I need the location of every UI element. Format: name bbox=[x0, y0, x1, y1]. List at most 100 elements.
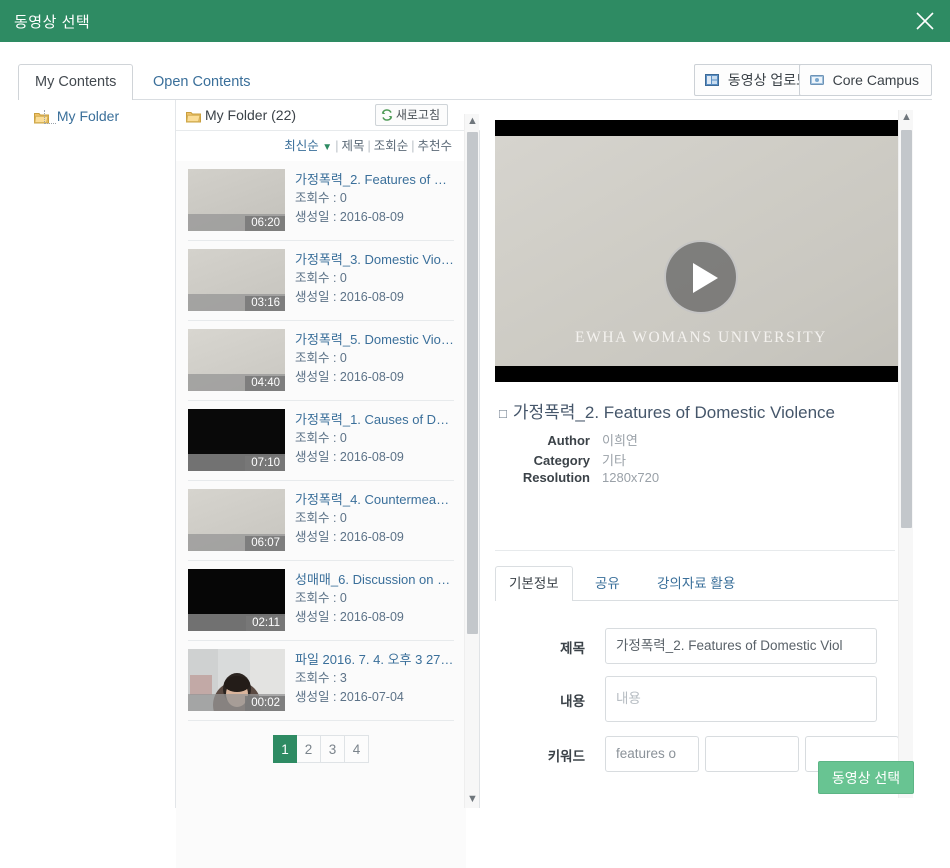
tab-my-contents[interactable]: My Contents bbox=[18, 64, 134, 100]
sort-latest-label: 최신순 bbox=[284, 139, 319, 153]
video-meta: 가정폭력_3. Domestic Viole… 조회수 : 0 생성일 : 20… bbox=[295, 249, 455, 307]
detail-divider bbox=[495, 550, 895, 551]
video-views: 조회수 : 3 bbox=[295, 671, 347, 685]
sort-option-recommend[interactable]: 추천수 bbox=[417, 139, 452, 153]
list-item[interactable]: 06:20 가정폭력_2. Features of Do… 조회수 : 0 생성… bbox=[188, 161, 455, 241]
scroll-up-icon[interactable]: ▲ bbox=[465, 114, 480, 130]
title-input[interactable]: 가정폭력_2. Features of Domestic Viol bbox=[605, 628, 877, 664]
core-campus-icon bbox=[809, 67, 824, 97]
page-button-1[interactable]: 1 bbox=[273, 735, 297, 763]
video-created: 생성일 : 2016-08-09 bbox=[295, 210, 404, 224]
keyword-field-label: 키워드 bbox=[547, 749, 585, 764]
detail-scrollbar[interactable]: ▲ ▼ bbox=[898, 110, 913, 798]
video-title[interactable]: 파일 2016. 7. 4. 오후 3 27 21 bbox=[295, 650, 455, 669]
meta-key-category: Category bbox=[533, 453, 590, 468]
detail-tabs: 기본정보 공유 강의자료 활용 bbox=[495, 566, 908, 601]
core-campus-label: Core Campus bbox=[832, 72, 919, 88]
sort-option-views[interactable]: 조회순 bbox=[374, 139, 409, 153]
video-meta: 가정폭력_4. Countermeasu… 조회수 : 0 생성일 : 2016… bbox=[295, 489, 455, 547]
video-list-scroll-area[interactable]: 06:20 가정폭력_2. Features of Do… 조회수 : 0 생성… bbox=[176, 161, 466, 868]
video-created: 생성일 : 2016-08-09 bbox=[295, 450, 404, 464]
video-title[interactable]: 가정폭력_1. Causes of Do… bbox=[295, 410, 455, 429]
list-item[interactable]: 04:40 가정폭력_5. Domestic Viole… 조회수 : 0 생성… bbox=[188, 321, 455, 401]
pagination: 1234 bbox=[176, 735, 466, 767]
meta-value-author: 이희연 bbox=[602, 433, 638, 448]
scroll-down-icon[interactable]: ▼ bbox=[465, 792, 480, 808]
scroll-up-icon[interactable]: ▲ bbox=[899, 110, 914, 126]
video-duration: 02:11 bbox=[246, 616, 285, 631]
detail-title: ☐ 가정폭력_2. Features of Domestic Violence bbox=[498, 398, 898, 423]
list-scrollbar-thumb[interactable] bbox=[467, 132, 478, 634]
video-title[interactable]: 가정폭력_5. Domestic Viole… bbox=[295, 330, 455, 349]
current-folder-label: My Folder (22) bbox=[186, 107, 296, 126]
video-meta: 가정폭력_5. Domestic Viole… 조회수 : 0 생성일 : 20… bbox=[295, 329, 455, 387]
tab-share[interactable]: 공유 bbox=[581, 566, 634, 601]
upload-video-icon bbox=[704, 67, 719, 97]
folder-tree-pane: My Folder bbox=[18, 100, 176, 808]
tree-item-my-folder[interactable]: My Folder bbox=[34, 108, 119, 127]
list-item[interactable]: 00:02 파일 2016. 7. 4. 오후 3 27 21 조회수 : 3 … bbox=[188, 641, 455, 721]
video-meta: 가정폭력_2. Features of Do… 조회수 : 0 생성일 : 20… bbox=[295, 169, 455, 227]
video-brand-text: EWHA WOMANS UNIVERSITY bbox=[575, 329, 827, 346]
dialog-titlebar: 동영상 선택 bbox=[0, 0, 950, 42]
content-field-label: 내용 bbox=[560, 694, 585, 709]
select-video-button[interactable]: 동영상 선택 bbox=[818, 761, 914, 794]
page-button-3[interactable]: 3 bbox=[321, 735, 345, 763]
play-triangle bbox=[693, 263, 718, 293]
list-scrollbar[interactable]: ▲ ▼ bbox=[464, 114, 479, 808]
list-item[interactable]: 07:10 가정폭력_1. Causes of Do… 조회수 : 0 생성일 … bbox=[188, 401, 455, 481]
page-button-2[interactable]: 2 bbox=[297, 735, 321, 763]
video-views: 조회수 : 0 bbox=[295, 351, 347, 365]
tab-open-contents[interactable]: Open Contents bbox=[136, 64, 268, 100]
video-duration: 06:20 bbox=[245, 216, 285, 231]
core-campus-button[interactable]: Core Campus bbox=[798, 64, 932, 97]
video-title[interactable]: 성매매_6. Discussion on Pr… bbox=[295, 570, 455, 589]
video-created: 생성일 : 2016-08-09 bbox=[295, 370, 404, 384]
content-input[interactable]: 내용 bbox=[605, 676, 877, 722]
video-meta: 성매매_6. Discussion on Pr… 조회수 : 0 생성일 : 2… bbox=[295, 569, 455, 627]
meta-value-resolution: 1280x720 bbox=[602, 470, 660, 485]
tab-course-material-label: 강의자료 활용 bbox=[657, 576, 736, 591]
video-created: 생성일 : 2016-08-09 bbox=[295, 610, 404, 624]
sort-option-title[interactable]: 제목 bbox=[341, 139, 364, 153]
play-icon[interactable] bbox=[664, 240, 738, 314]
video-thumbnail: 06:20 bbox=[188, 169, 285, 231]
dialog-title: 동영상 선택 bbox=[14, 14, 91, 31]
list-item[interactable]: 02:11 성매매_6. Discussion on Pr… 조회수 : 0 생… bbox=[188, 561, 455, 641]
video-duration: 00:02 bbox=[245, 696, 285, 711]
video-thumbnail: 06:07 bbox=[188, 489, 285, 551]
upload-video-label: 동영상 업로드 bbox=[727, 72, 809, 88]
video-duration: 06:07 bbox=[245, 536, 285, 551]
tab-share-label: 공유 bbox=[595, 576, 620, 591]
close-icon[interactable] bbox=[908, 4, 942, 38]
video-list-pane: My Folder (22) 새로고침 최신순 ▼ | 제목 | 조회순 | 추천수 bbox=[176, 100, 480, 868]
video-player[interactable]: EWHA WOMANS UNIVERSITY bbox=[495, 120, 907, 382]
video-meta: 가정폭력_1. Causes of Do… 조회수 : 0 생성일 : 2016… bbox=[295, 409, 455, 467]
page-button-4[interactable]: 4 bbox=[345, 735, 369, 763]
video-screen: EWHA WOMANS UNIVERSITY bbox=[495, 136, 907, 366]
list-item[interactable]: 06:07 가정폭력_4. Countermeasu… 조회수 : 0 생성일 … bbox=[188, 481, 455, 561]
video-created: 생성일 : 2016-07-04 bbox=[295, 690, 404, 704]
tab-basic-info[interactable]: 기본정보 bbox=[495, 566, 573, 601]
list-item[interactable]: 03:16 가정폭력_3. Domestic Viole… 조회수 : 0 생성… bbox=[188, 241, 455, 321]
keyword-input-1[interactable]: features o bbox=[605, 736, 699, 772]
current-folder-text: My Folder (22) bbox=[205, 107, 297, 123]
video-title[interactable]: 가정폭력_2. Features of Do… bbox=[295, 170, 455, 189]
video-title[interactable]: 가정폭력_4. Countermeasu… bbox=[295, 490, 455, 509]
video-title[interactable]: 가정폭력_3. Domestic Viole… bbox=[295, 250, 455, 269]
keyword-input-2[interactable] bbox=[705, 736, 799, 772]
detail-scrollbar-thumb[interactable] bbox=[901, 130, 912, 528]
sort-option-latest[interactable]: 최신순 bbox=[284, 139, 319, 153]
video-views: 조회수 : 0 bbox=[295, 271, 347, 285]
dialog-body: My Contents Open Contents 동영상 업로드 Core C… bbox=[0, 42, 950, 868]
tab-course-material[interactable]: 강의자료 활용 bbox=[643, 566, 749, 601]
refresh-button[interactable]: 새로고침 bbox=[374, 104, 448, 126]
video-thumbnail: 00:02 bbox=[188, 649, 285, 711]
video-views: 조회수 : 0 bbox=[295, 591, 347, 605]
sort-caret-icon[interactable]: ▼ bbox=[322, 142, 332, 153]
meta-row: Resolution 1280x720 bbox=[498, 470, 659, 485]
video-thumbnail: 03:16 bbox=[188, 249, 285, 311]
tree-elbow bbox=[44, 110, 56, 124]
meta-value-category: 기타 bbox=[602, 453, 626, 468]
video-duration: 07:10 bbox=[245, 456, 285, 471]
